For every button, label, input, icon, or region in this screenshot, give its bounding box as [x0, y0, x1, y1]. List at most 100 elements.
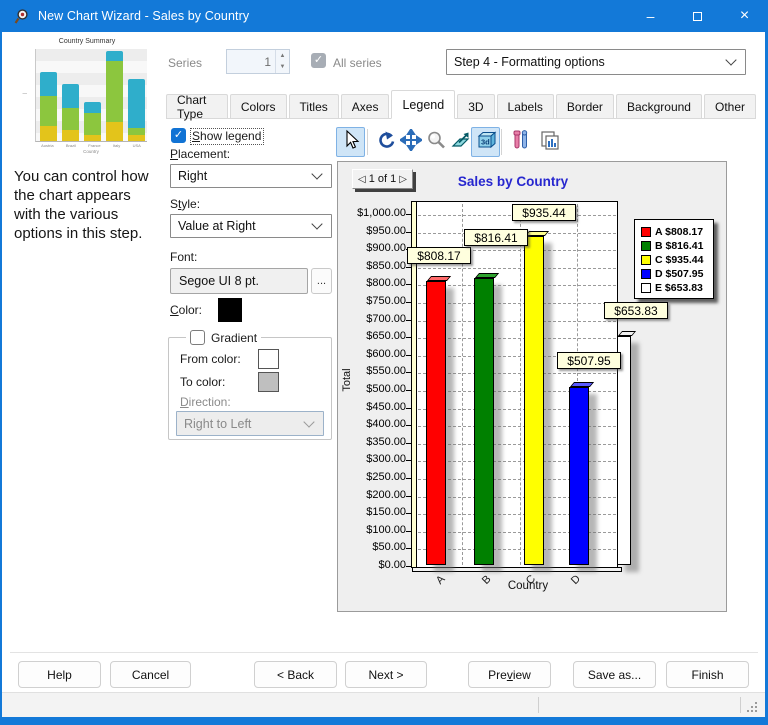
- thumbnail-bar: [62, 84, 79, 141]
- tab-legend[interactable]: Legend: [391, 90, 455, 119]
- thumbnail-bar-segment: [40, 72, 57, 96]
- thumbnail-bar: [128, 79, 145, 141]
- y-axis-tick: [406, 355, 411, 356]
- thumbnail-bar-segment: [84, 113, 101, 135]
- font-button[interactable]: Segoe UI 8 pt.: [170, 268, 308, 294]
- y-axis-tick-label: $600.00: [340, 348, 406, 360]
- y-axis-tick: [406, 337, 411, 338]
- threed-tool-button[interactable]: 3d: [471, 127, 500, 157]
- bar-a[interactable]: [426, 281, 446, 565]
- tab-chart-type[interactable]: Chart Type: [166, 94, 228, 118]
- x-axis-tick-label: A: [434, 573, 448, 587]
- chart-legend[interactable]: A $808.17B $816.41C $935.44D $507.95E $6…: [634, 219, 714, 299]
- y-axis-tick-label: $150.00: [340, 506, 406, 518]
- spinner-down-icon[interactable]: ▼: [276, 62, 289, 74]
- gradient-label: Gradient: [211, 331, 257, 345]
- pager-prev-icon[interactable]: ◁: [358, 174, 366, 185]
- value-label-d: $507.95: [557, 352, 621, 369]
- series-value: 1: [227, 55, 275, 69]
- cancel-button[interactable]: Cancel: [110, 661, 191, 688]
- thumbnail-x-tick-label: USA: [133, 143, 141, 148]
- y-axis-tick-label: $500.00: [340, 383, 406, 395]
- from-color-swatch[interactable]: [258, 349, 279, 369]
- to-color-swatch[interactable]: [258, 372, 279, 392]
- back-button[interactable]: < Back: [254, 661, 337, 688]
- y-axis-tick-label: $950.00: [340, 225, 406, 237]
- undo-icon: [375, 129, 397, 156]
- tab-strip: Chart TypeColorsTitlesAxesLegend3DLabels…: [166, 90, 756, 119]
- font-label: Font:: [170, 250, 197, 264]
- thumbnail-bar-segment: [106, 61, 123, 122]
- placement-select[interactable]: Right: [170, 164, 332, 188]
- thumbnail-bar-segment: [40, 96, 57, 126]
- gridline: [418, 268, 616, 269]
- gallery-tool-button[interactable]: [535, 127, 564, 157]
- tools-tool-button[interactable]: [506, 127, 535, 157]
- svg-text:3d: 3d: [481, 137, 490, 146]
- bar-b[interactable]: [474, 278, 494, 565]
- color-label: Color:: [170, 303, 202, 317]
- show-legend-checkbox[interactable]: ✓: [171, 128, 186, 143]
- thumbnail-bar-segment: [84, 135, 101, 141]
- pointer-tool-button[interactable]: [336, 127, 365, 157]
- caption-controls: – ×: [627, 0, 768, 32]
- y-axis-tick-label: $750.00: [340, 295, 406, 307]
- wizard-step-selector[interactable]: Step 4 - Formatting options: [446, 49, 746, 75]
- tab-titles[interactable]: Titles: [289, 94, 339, 118]
- legend-entry: A $808.17: [641, 225, 709, 238]
- save-as-button[interactable]: Save as...: [573, 661, 656, 688]
- thumbnail-bar-segment: [62, 84, 79, 108]
- tab-border[interactable]: Border: [556, 94, 614, 118]
- y-axis-tick: [406, 496, 411, 497]
- tab-axes[interactable]: Axes: [341, 94, 390, 118]
- value-label-e: $653.83: [604, 302, 668, 319]
- tab-labels[interactable]: Labels: [497, 94, 554, 118]
- threed-icon: 3d: [475, 129, 497, 156]
- y-axis-tick: [406, 531, 411, 532]
- tab-background[interactable]: Background: [616, 94, 702, 118]
- direction-label: Direction:: [180, 395, 231, 409]
- minimize-icon[interactable]: –: [627, 0, 674, 32]
- y-axis-tick: [406, 478, 411, 479]
- tab-3d[interactable]: 3D: [457, 94, 494, 118]
- y-axis-tick: [406, 390, 411, 391]
- show-legend-label[interactable]: Show legend: [191, 129, 263, 144]
- y-axis-tick: [406, 214, 411, 215]
- close-icon[interactable]: ×: [721, 0, 768, 32]
- spinner-up-icon[interactable]: ▲: [276, 50, 289, 62]
- y-axis-tick: [406, 443, 411, 444]
- bar-c[interactable]: [524, 236, 544, 565]
- style-select[interactable]: Value at Right: [170, 214, 332, 238]
- maximize-icon[interactable]: [674, 0, 721, 32]
- y-axis-tick-label: $0.00: [340, 559, 406, 571]
- y-axis-tick: [406, 408, 411, 409]
- thumbnail-bar-segment: [128, 128, 145, 135]
- value-label-a: $808.17: [407, 247, 471, 264]
- tools-icon: [510, 129, 532, 156]
- y-axis-tick: [406, 320, 411, 321]
- legend-color-swatch[interactable]: [218, 298, 242, 322]
- spinner-arrows: ▲ ▼: [275, 50, 289, 73]
- y-axis-tick-label: $200.00: [340, 489, 406, 501]
- style-label: Style:: [170, 197, 200, 211]
- tab-colors[interactable]: Colors: [230, 94, 287, 118]
- y-axis-tick: [406, 566, 411, 567]
- font-more-button[interactable]: ...: [311, 268, 332, 294]
- direction-select[interactable]: Right to Left: [176, 411, 324, 436]
- tab-other[interactable]: Other: [704, 94, 756, 118]
- status-separator: [538, 697, 539, 713]
- all-series-checkbox[interactable]: ✓: [311, 53, 326, 68]
- thumbnail-bar-segment: [128, 79, 145, 128]
- finish-button[interactable]: Finish: [666, 661, 749, 688]
- series-spinner[interactable]: 1 ▲ ▼: [226, 49, 290, 74]
- preview-button[interactable]: Preview: [468, 661, 551, 688]
- gradient-checkbox[interactable]: [190, 330, 205, 345]
- bar-e[interactable]: [617, 336, 631, 565]
- help-button[interactable]: Help: [18, 661, 101, 688]
- bar-d[interactable]: [569, 387, 589, 565]
- legend-swatch: [641, 255, 651, 265]
- legend-swatch: [641, 241, 651, 251]
- thumbnail-chart-title: Country Summary: [22, 38, 152, 45]
- resize-grip[interactable]: [755, 710, 757, 712]
- next-button[interactable]: Next >: [345, 661, 427, 688]
